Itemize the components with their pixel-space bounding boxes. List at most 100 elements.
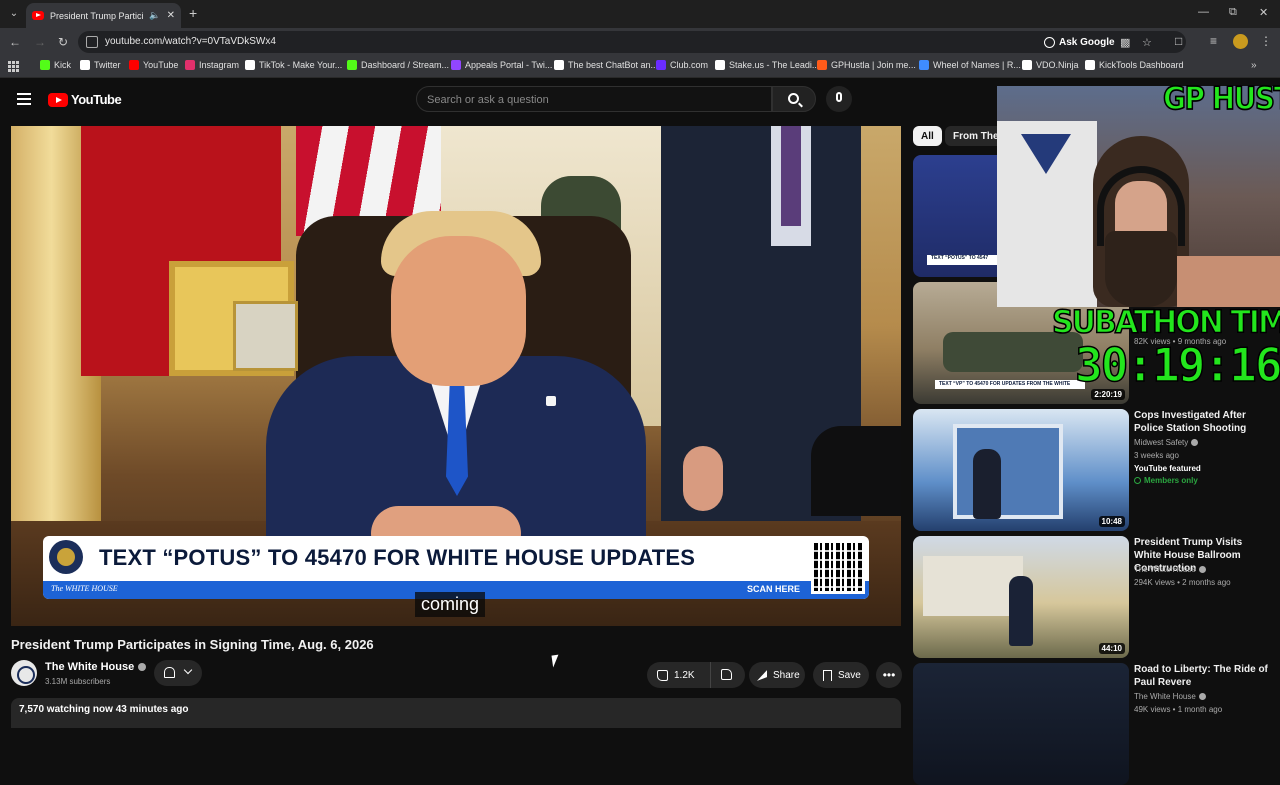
recommended-video[interactable]: Road to Liberty: The Ride of Paul Revere… xyxy=(913,663,1273,785)
like-button[interactable]: 1.2K xyxy=(647,662,711,688)
subscriber-count: 3.13M subscribers xyxy=(45,677,111,686)
recommended-video[interactable]: 10:48 Cops Investigated After Police Sta… xyxy=(913,409,1273,531)
bookmark-item[interactable]: Dashboard / Stream... xyxy=(347,60,449,70)
chip-all[interactable]: All xyxy=(913,126,942,146)
youtube-logo[interactable]: YouTube xyxy=(48,92,122,107)
video-player[interactable]: TEXT “POTUS” TO 45470 FOR WHITE HOUSE UP… xyxy=(11,126,901,626)
twitter-x-icon xyxy=(80,60,90,70)
tab-title: President Trump Participate xyxy=(50,10,143,21)
bookmark-item[interactable]: VDO.Ninja xyxy=(1022,60,1079,70)
dislike-button[interactable] xyxy=(711,662,745,688)
voice-search-button[interactable] xyxy=(826,86,852,112)
ask-google-button[interactable]: Ask Google xyxy=(1044,34,1115,50)
bookmark-item[interactable]: The best ChatBot an... xyxy=(554,60,658,70)
search-button[interactable] xyxy=(772,86,816,112)
channel-avatar[interactable] xyxy=(11,660,37,686)
webcam-body xyxy=(1177,256,1280,307)
presidential-seal-icon xyxy=(49,540,83,574)
video-hand xyxy=(683,446,723,511)
minimize-icon[interactable]: — xyxy=(1198,6,1209,18)
bookmark-item[interactable]: GPHustla | Join me... xyxy=(817,60,916,70)
bookmark-icon xyxy=(823,669,832,681)
chevron-down-icon xyxy=(183,665,193,675)
new-tab-icon[interactable]: + xyxy=(189,5,197,21)
video-thumbnail[interactable]: 10:48 xyxy=(913,409,1129,531)
close-window-icon[interactable]: ✕ xyxy=(1259,6,1268,19)
channel-name[interactable]: Midwest Safety xyxy=(1134,438,1199,447)
bookmark-item[interactable]: Twitter xyxy=(80,60,121,70)
close-tab-icon[interactable]: ✕ xyxy=(167,10,175,21)
bookmark-item[interactable]: KickTools Dashboard xyxy=(1085,60,1184,70)
video-title: President Trump Participates in Signing … xyxy=(11,637,374,652)
address-bar[interactable]: youtube.com/watch?v=0VTaVDkSWx4 Ask Goog… xyxy=(78,31,1186,53)
share-button[interactable]: Share xyxy=(749,662,805,688)
thumbnail-figure xyxy=(1009,576,1033,646)
address-url[interactable]: youtube.com/watch?v=0VTaVDkSWx4 xyxy=(105,36,276,47)
video-title[interactable]: Road to Liberty: The Ride of Paul Revere xyxy=(1134,663,1269,689)
restore-icon[interactable]: ⧉ xyxy=(1229,6,1237,19)
video-thumbnail[interactable] xyxy=(913,663,1129,785)
qr-code-icon xyxy=(811,540,865,594)
tab-search-icon[interactable]: ⌄ xyxy=(6,6,22,22)
club-icon xyxy=(656,60,666,70)
video-meta: 3 weeks ago xyxy=(1134,451,1179,460)
banner-text: TEXT “POTUS” TO 45470 FOR WHITE HOUSE UP… xyxy=(99,545,696,570)
media-controls-icon[interactable]: ≡ xyxy=(1210,34,1217,48)
video-duration: 10:48 xyxy=(1098,516,1125,527)
reload-icon[interactable]: ↻ xyxy=(55,34,71,50)
browser-tab[interactable]: President Trump Participate 🔈 ✕ xyxy=(26,3,181,28)
bookmark-item[interactable]: Stake.us - The Leadi... xyxy=(715,60,819,70)
video-duration: 44:10 xyxy=(1098,643,1125,654)
verified-check-icon xyxy=(1198,693,1206,700)
subathon-label: SUBATHON TIMER xyxy=(1051,303,1280,341)
description-box[interactable]: 7,570 watching now 43 minutes ago xyxy=(11,698,901,728)
bookmark-star-icon[interactable]: ☆ xyxy=(1142,36,1152,49)
more-bookmarks-icon[interactable]: » xyxy=(1251,60,1257,71)
thumbs-down-icon xyxy=(721,669,732,680)
recommended-video[interactable]: 44:10 President Trump Visits White House… xyxy=(913,536,1273,658)
forward-icon[interactable]: → xyxy=(32,34,48,50)
bookmark-item[interactable]: Instagram xyxy=(185,60,239,70)
video-caption: coming xyxy=(415,592,486,617)
site-info-icon[interactable] xyxy=(86,36,98,48)
microphone-icon xyxy=(836,92,842,102)
chrome-menu-icon[interactable]: ⋮ xyxy=(1260,34,1272,48)
bookmark-item[interactable]: Wheel of Names | R... xyxy=(919,60,1021,70)
person-flag-pin xyxy=(546,396,556,406)
video-tie xyxy=(781,126,801,226)
notification-bell-button[interactable] xyxy=(154,660,202,686)
search-box[interactable] xyxy=(416,86,772,112)
bookmark-item[interactable]: TikTok - Make Your... xyxy=(245,60,342,70)
members-only-badge: Members only xyxy=(1134,476,1198,485)
menu-icon[interactable] xyxy=(17,93,31,105)
back-icon[interactable]: ← xyxy=(7,34,23,50)
more-actions-button[interactable]: ••• xyxy=(876,662,902,688)
gphustla-icon xyxy=(817,60,827,70)
youtube-logo-text: YouTube xyxy=(71,92,122,107)
profile-avatar[interactable] xyxy=(1233,34,1248,49)
apps-grid-icon[interactable] xyxy=(8,61,19,72)
bookmark-item[interactable]: Kick xyxy=(40,60,71,70)
ask-google-label: Ask Google xyxy=(1059,36,1115,48)
search-icon xyxy=(788,93,799,104)
channel-name[interactable]: The White House xyxy=(1134,692,1206,701)
bookmark-item[interactable]: Appeals Portal - Twi... xyxy=(451,60,552,70)
chip-from-the-white-house[interactable]: From The White House xyxy=(945,126,1005,146)
extensions-icon[interactable]: □ xyxy=(1175,34,1182,48)
like-dislike-group: 1.2K xyxy=(647,662,745,688)
save-button[interactable]: Save xyxy=(813,662,869,688)
bookmark-item[interactable]: Club.com xyxy=(656,60,708,70)
speaker-icon[interactable]: 🔈 xyxy=(149,10,160,21)
kick-icon xyxy=(40,60,50,70)
channel-name[interactable]: The White House xyxy=(1134,565,1206,574)
search-input[interactable] xyxy=(427,92,757,107)
install-icon[interactable]: ▩ xyxy=(1120,36,1130,49)
video-thumbnail[interactable]: 44:10 xyxy=(913,536,1129,658)
video-title[interactable]: Cops Investigated After Police Station S… xyxy=(1134,409,1269,435)
google-lens-icon xyxy=(1044,36,1055,48)
thumbnail-door xyxy=(953,424,1063,519)
channel-name[interactable]: The White House xyxy=(45,661,147,673)
bookmark-item[interactable]: YouTube xyxy=(129,60,178,70)
youtube-favicon-icon xyxy=(32,11,44,20)
instagram-icon xyxy=(185,60,195,70)
